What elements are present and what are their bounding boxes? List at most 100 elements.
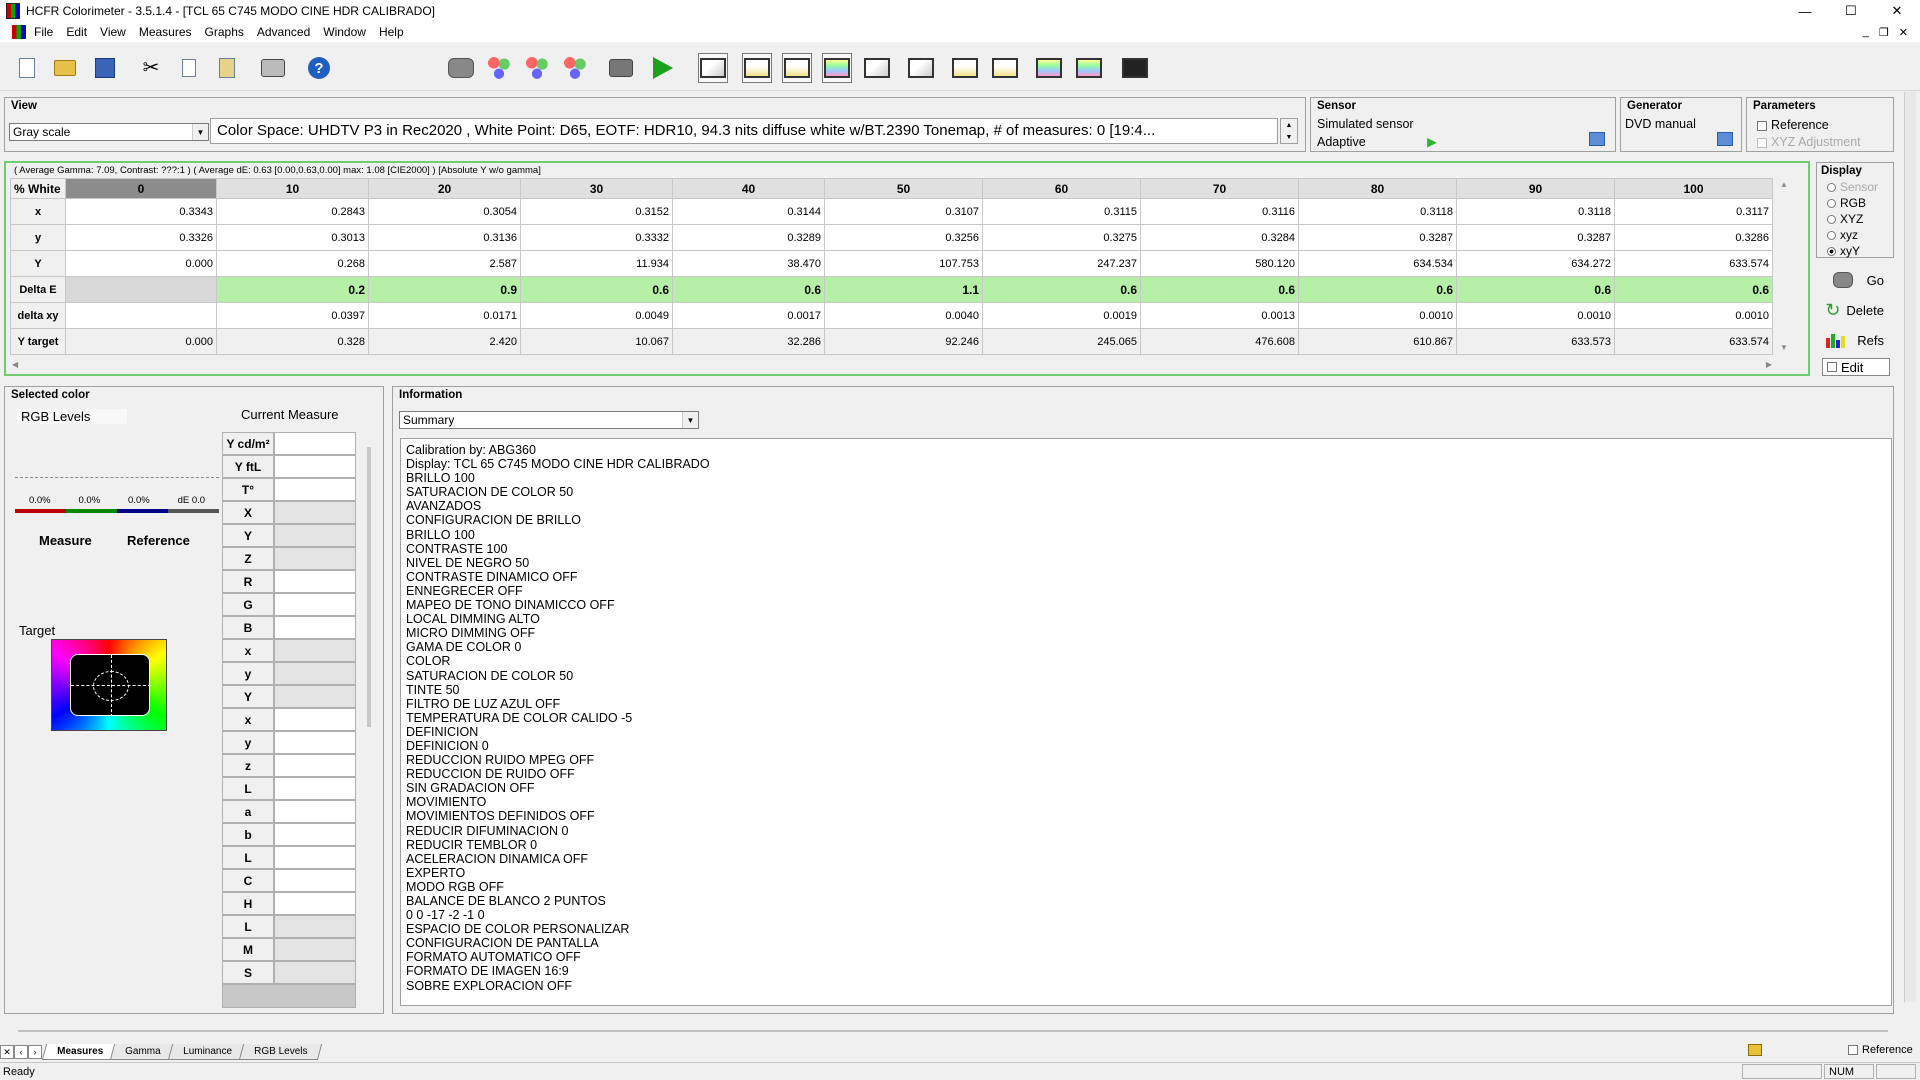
- information-select[interactable]: Summary ▼: [399, 411, 699, 429]
- view-data-set-button[interactable]: [1120, 53, 1150, 83]
- view-measures-button[interactable]: [698, 53, 728, 83]
- grid-cell[interactable]: 0.6: [1298, 276, 1457, 303]
- grid-cell[interactable]: 0.0017: [672, 302, 825, 329]
- grid-cell[interactable]: 0.3332: [520, 224, 673, 251]
- grid-cell[interactable]: 0.6: [672, 276, 825, 303]
- grid-cell[interactable]: 0.000: [65, 250, 217, 277]
- grid-cell[interactable]: 0.000: [65, 328, 217, 355]
- grid-cell[interactable]: 0.2843: [216, 198, 369, 225]
- display-option-xyy[interactable]: xyY: [1817, 243, 1893, 259]
- grid-col-40[interactable]: 40: [672, 178, 825, 199]
- cut-button[interactable]: ✂: [136, 53, 166, 83]
- grid-cell[interactable]: 0.0010: [1298, 302, 1457, 329]
- view-select[interactable]: Gray scale ▼: [9, 123, 209, 141]
- maximize-button[interactable]: ☐: [1828, 0, 1874, 22]
- grid-cell[interactable]: 580.120: [1140, 250, 1299, 277]
- grid-cell[interactable]: 2.420: [368, 328, 521, 355]
- grid-cell[interactable]: 0.0019: [982, 302, 1141, 329]
- copy-button[interactable]: [174, 53, 204, 83]
- view-near-black-button[interactable]: [950, 53, 980, 83]
- grid-col-60[interactable]: 60: [982, 178, 1141, 199]
- grid-col-0[interactable]: 0: [65, 178, 217, 199]
- play-icon[interactable]: ▶: [1427, 135, 1437, 149]
- close-button[interactable]: ✕: [1874, 0, 1920, 22]
- refs-button[interactable]: Refs: [1816, 326, 1894, 354]
- grid-col-10[interactable]: 10: [216, 178, 369, 199]
- grid-cell[interactable]: 0.3256: [824, 224, 983, 251]
- menu-measures[interactable]: Measures: [135, 25, 201, 39]
- grid-cell[interactable]: 0.3152: [520, 198, 673, 225]
- grid-cell[interactable]: 0.3117: [1614, 198, 1773, 225]
- grid-cell[interactable]: 0.3343: [65, 198, 217, 225]
- menu-graphs[interactable]: Graphs: [201, 25, 253, 39]
- grid-cell[interactable]: 0.0013: [1140, 302, 1299, 329]
- grid-cell[interactable]: 38.470: [672, 250, 825, 277]
- grid-cell[interactable]: 0.6: [1614, 276, 1773, 303]
- measure-colors-button[interactable]: [560, 53, 590, 83]
- grid-col-70[interactable]: 70: [1140, 178, 1299, 199]
- display-option-rgb[interactable]: RGB: [1817, 195, 1893, 211]
- grid-cell[interactable]: 0.3289: [672, 224, 825, 251]
- grid-cell[interactable]: 247.237: [982, 250, 1141, 277]
- menu-window[interactable]: Window: [319, 25, 375, 39]
- grid-cell[interactable]: 0.3286: [1614, 224, 1773, 251]
- grid-cell[interactable]: 610.867: [1298, 328, 1457, 355]
- mdi-close-button[interactable]: ✕: [1899, 26, 1908, 39]
- grid-cell[interactable]: 0.0040: [824, 302, 983, 329]
- grid-cell[interactable]: 0.3287: [1456, 224, 1615, 251]
- measure-secondaries-button[interactable]: [522, 53, 552, 83]
- grid-cell[interactable]: 0.328: [216, 328, 369, 355]
- grid-cell[interactable]: 1.1: [824, 276, 983, 303]
- sensor-config-icon[interactable]: [1589, 132, 1605, 146]
- grid-cell[interactable]: 11.934: [520, 250, 673, 277]
- print-button[interactable]: [258, 53, 288, 83]
- grid-cell[interactable]: 0.6: [520, 276, 673, 303]
- mdi-minimize-button[interactable]: _: [1863, 26, 1869, 39]
- menu-edit[interactable]: Edit: [62, 25, 96, 39]
- grid-cell[interactable]: 107.753: [824, 250, 983, 277]
- measure-table-scrollbar[interactable]: [367, 447, 371, 727]
- display-option-xyz[interactable]: XYZ: [1817, 211, 1893, 227]
- grid-cell[interactable]: 0.6: [1456, 276, 1615, 303]
- help-button[interactable]: ?: [304, 53, 334, 83]
- grid-cell[interactable]: 633.573: [1456, 328, 1615, 355]
- tab-gamma[interactable]: Gamma: [109, 1044, 176, 1060]
- grid-cell[interactable]: 0.0010: [1614, 302, 1773, 329]
- view-sat-shift-button[interactable]: [1074, 53, 1104, 83]
- mdi-restore-button[interactable]: ❐: [1879, 26, 1889, 39]
- grid-cell[interactable]: 0.0397: [216, 302, 369, 329]
- grid-cell[interactable]: 0.6: [1140, 276, 1299, 303]
- generator-config-icon[interactable]: [1717, 132, 1733, 146]
- view-gamma-button[interactable]: [742, 53, 772, 83]
- view-saturation-button[interactable]: [1034, 53, 1064, 83]
- grid-cell[interactable]: 0.3118: [1298, 198, 1457, 225]
- grid-cell[interactable]: 2.587: [368, 250, 521, 277]
- grid-cell[interactable]: 245.065: [982, 328, 1141, 355]
- grid-cell[interactable]: 0.3107: [824, 198, 983, 225]
- menu-view[interactable]: View: [96, 25, 135, 39]
- reference-status-checkbox[interactable]: Reference: [1848, 1044, 1913, 1056]
- display-option-xyz[interactable]: xyz: [1817, 227, 1893, 243]
- grid-cell[interactable]: 0.3115: [982, 198, 1141, 225]
- menu-help[interactable]: Help: [375, 25, 413, 39]
- grid-cell[interactable]: 0.6: [982, 276, 1141, 303]
- run-button[interactable]: [648, 53, 678, 83]
- edit-toggle[interactable]: Edit: [1822, 358, 1890, 376]
- grid-cell[interactable]: 0.3144: [672, 198, 825, 225]
- grid-cell[interactable]: [65, 302, 217, 329]
- open-button[interactable]: [50, 53, 80, 83]
- reference-checkbox[interactable]: Reference: [1757, 118, 1829, 132]
- grid-cell[interactable]: 0.9: [368, 276, 521, 303]
- grid-col-50[interactable]: 50: [824, 178, 983, 199]
- view-color-temp-button[interactable]: [906, 53, 936, 83]
- grid-cell[interactable]: 0.3136: [368, 224, 521, 251]
- view-cie-button[interactable]: [862, 53, 892, 83]
- grid-cell[interactable]: [65, 276, 217, 303]
- grid-cell[interactable]: 0.3275: [982, 224, 1141, 251]
- grid-cell[interactable]: 634.534: [1298, 250, 1457, 277]
- sensor-mode[interactable]: Adaptive ▶: [1317, 134, 1547, 149]
- tab-prev-button[interactable]: ‹: [14, 1045, 28, 1059]
- grid-cell[interactable]: 0.3054: [368, 198, 521, 225]
- new-button[interactable]: [12, 53, 42, 83]
- grid-col-80[interactable]: 80: [1298, 178, 1457, 199]
